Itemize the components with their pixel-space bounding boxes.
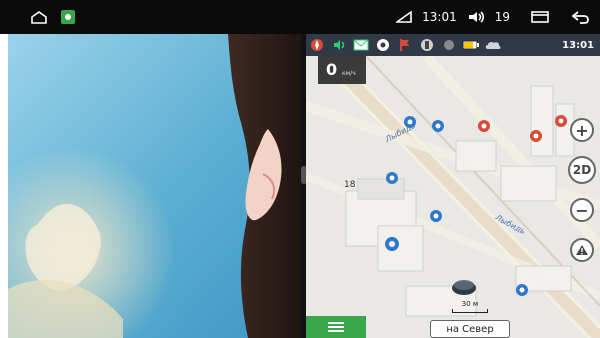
dot-icon (438, 34, 460, 56)
back-icon[interactable] (570, 10, 590, 24)
android-status-bar: 13:01 19 (0, 0, 600, 34)
nav-menu-button[interactable] (306, 316, 366, 338)
speed-value: 0 (326, 60, 338, 79)
message-icon[interactable] (350, 34, 372, 56)
route-flag-icon[interactable] (394, 34, 416, 56)
app-shortcut-icon[interactable] (60, 9, 76, 25)
zoom-out-label: − (575, 200, 589, 220)
map-canvas[interactable] (306, 56, 600, 338)
north-button-label: на Север (446, 323, 494, 335)
volume-level: 19 (494, 10, 510, 24)
navigation-pane[interactable]: 13:01 Лыбидь Лыбидь 18 0 км/ч + 2D − 30 … (306, 34, 600, 338)
status-right-group: 13:01 19 (396, 8, 590, 26)
speed-box: 0 км/ч (318, 56, 366, 84)
status-left-group (30, 8, 76, 26)
nav-top-bar: 13:01 (306, 34, 600, 56)
warning-icon (575, 241, 589, 260)
zoom-in-label: + (575, 120, 589, 140)
media-image (8, 34, 302, 338)
left-media-pane[interactable] (8, 34, 302, 338)
status-time: 13:01 (422, 10, 457, 24)
hamburger-menu-icon (328, 322, 344, 332)
cloud-icon (482, 34, 504, 56)
gps-icon[interactable] (372, 34, 394, 56)
north-button[interactable]: на Север (430, 320, 510, 338)
sound-icon[interactable] (328, 34, 350, 56)
view-mode-label: 2D (572, 163, 592, 177)
building-number: 18 (344, 180, 356, 190)
zoom-in-button[interactable]: + (570, 118, 594, 142)
traffic-icon[interactable] (416, 34, 438, 56)
home-icon[interactable] (30, 10, 48, 24)
map-scale-label: 30 м (461, 300, 479, 308)
map-scale: 30 м (450, 300, 490, 313)
nav-time: 13:01 (562, 39, 594, 51)
warning-button[interactable] (570, 238, 594, 262)
signal-icon (396, 11, 412, 23)
view-mode-button[interactable]: 2D (568, 156, 596, 184)
volume-icon[interactable] (467, 10, 485, 24)
recent-apps-icon[interactable] (530, 10, 550, 24)
zoom-out-button[interactable]: − (570, 198, 594, 222)
compass-icon[interactable] (306, 34, 328, 56)
map-scale-bar (452, 309, 488, 313)
battery-icon (460, 34, 482, 56)
speed-unit: км/ч (342, 70, 356, 77)
